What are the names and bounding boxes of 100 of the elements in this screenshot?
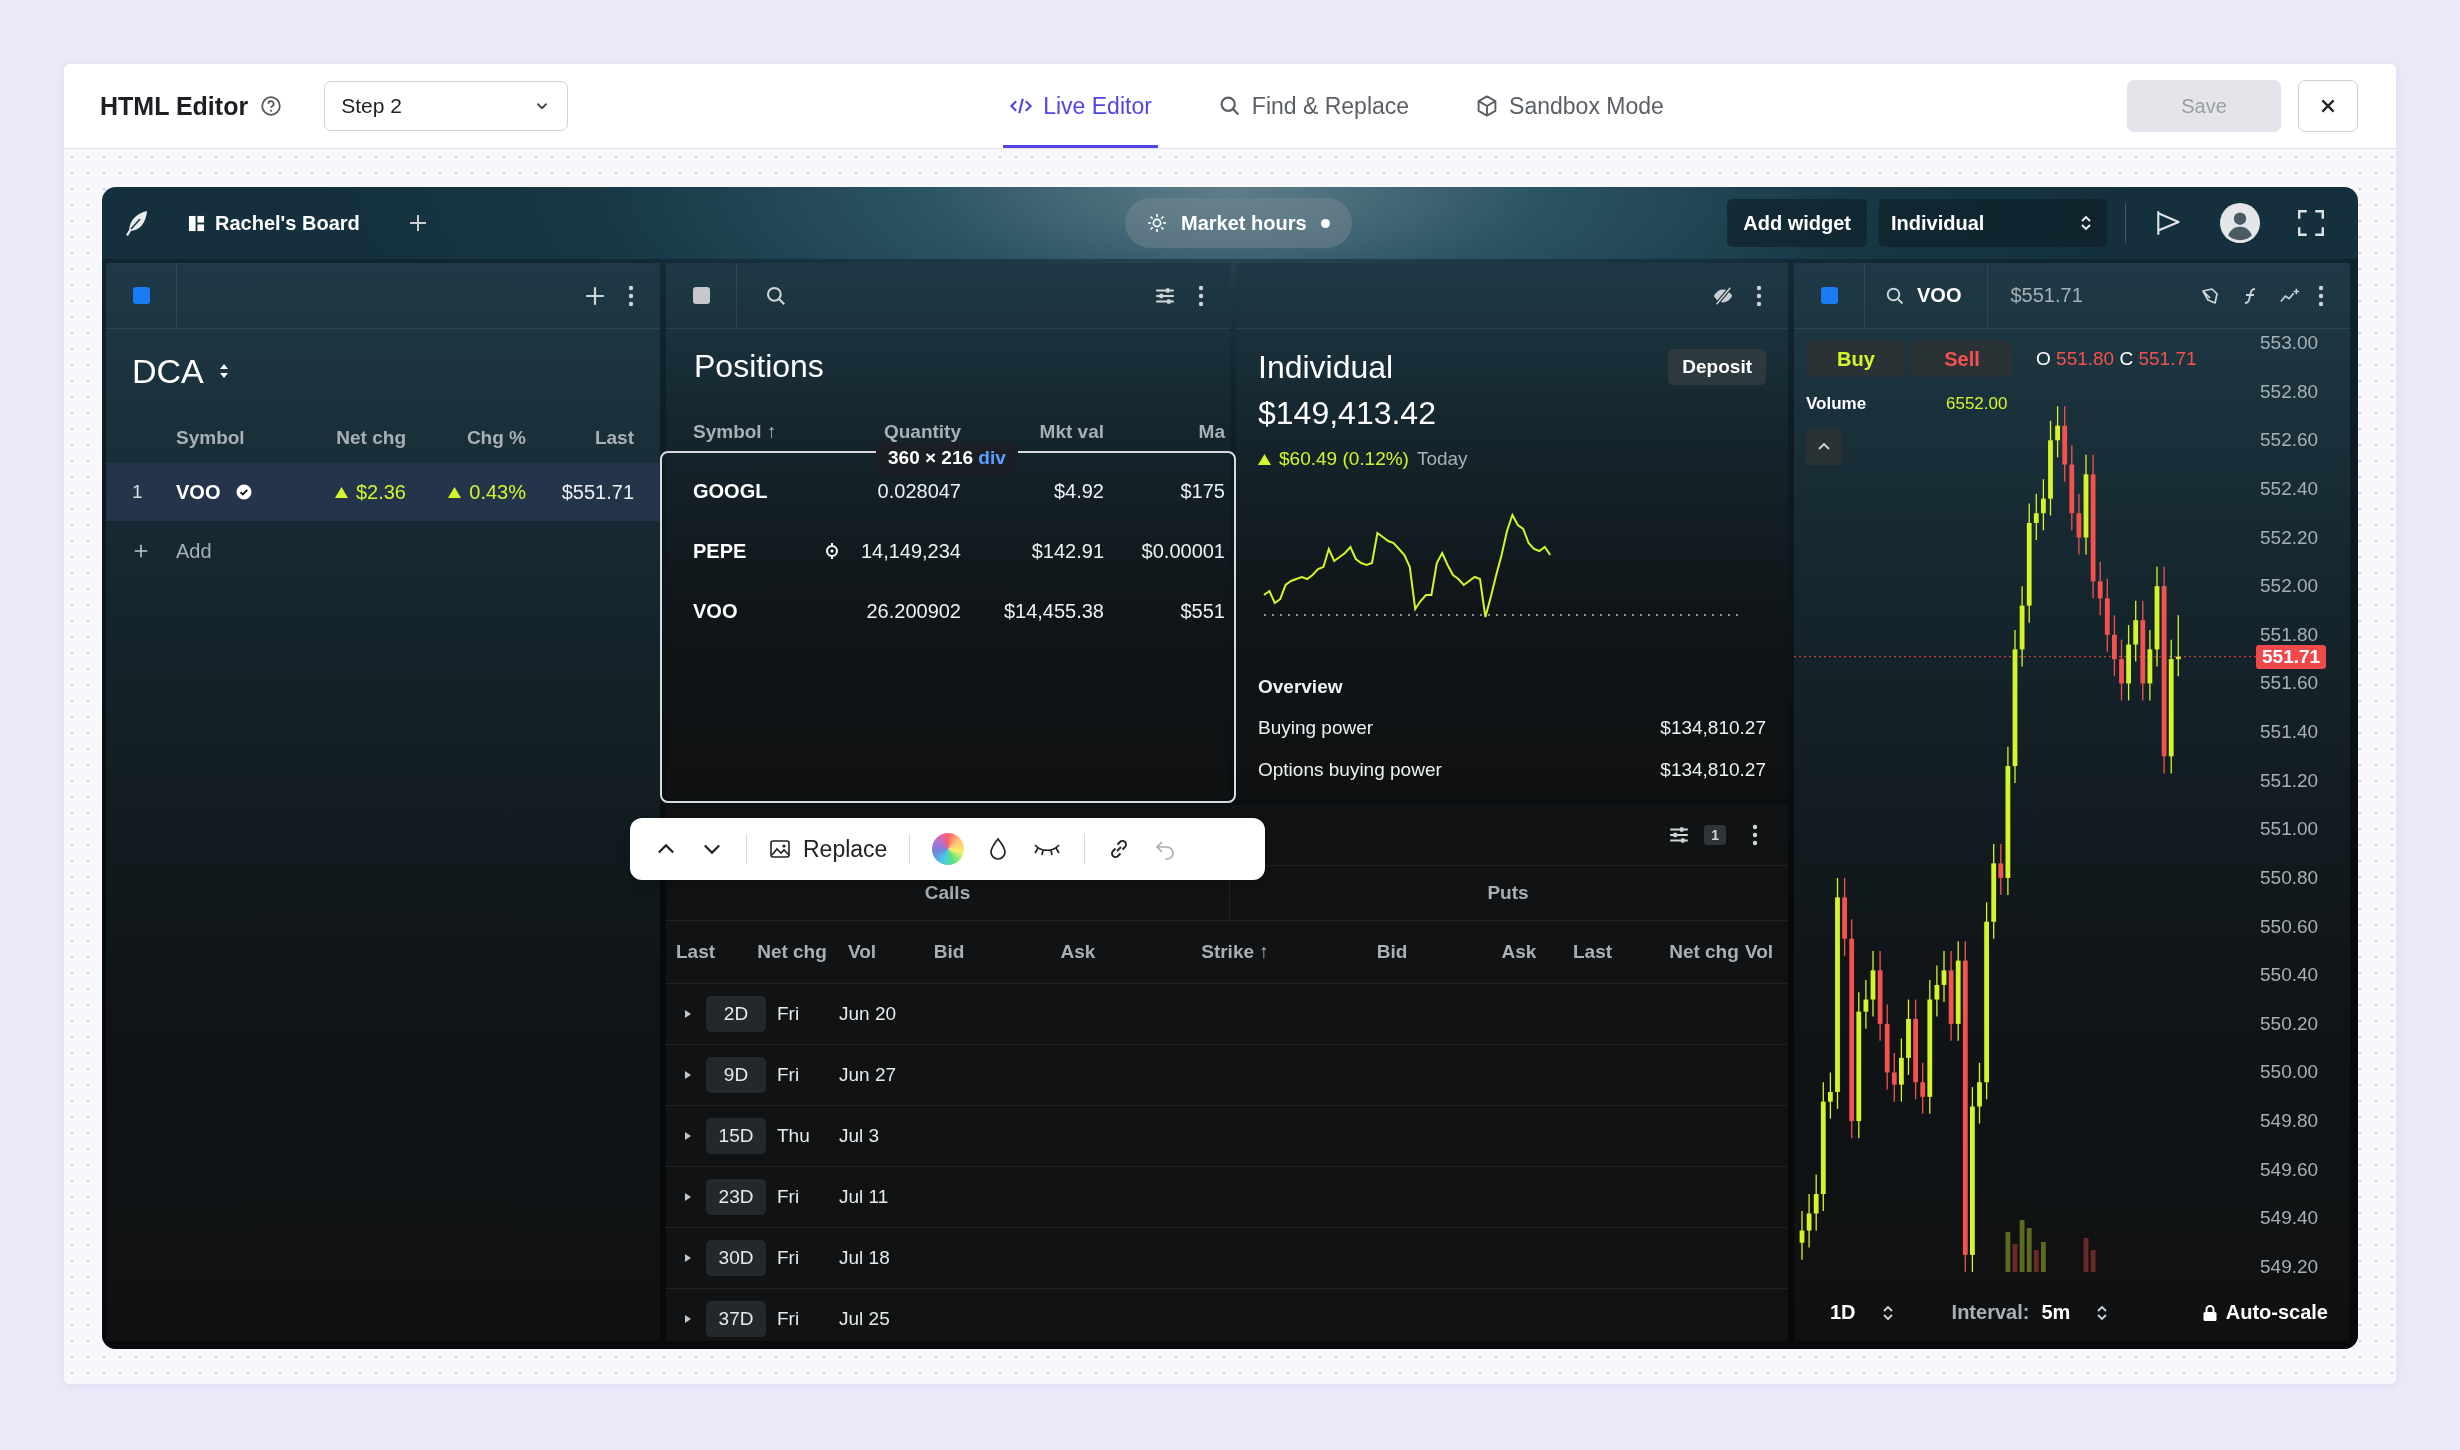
expiration-row[interactable]: 37D Fri Jul 25 [666,1289,1788,1341]
more-icon[interactable] [628,284,634,307]
add-symbol-button[interactable]: Add [106,521,292,581]
expiration-row[interactable]: 15D Thu Jul 3 [666,1106,1788,1167]
positions-title: Positions [693,346,825,386]
column-header[interactable]: Vol [831,941,893,963]
account-title: Individual [1258,348,1394,386]
sell-button[interactable]: Sell [1912,341,2012,377]
column-header[interactable]: Net chg [1663,941,1745,963]
lock-icon [2201,1303,2218,1322]
up-down-icon [1881,1303,1894,1322]
period-label: Today [1416,448,1468,470]
candle [2041,478,2046,531]
account-select[interactable]: Individual [1879,199,2107,247]
overview-title: Overview [1258,675,1344,699]
column-header[interactable]: Mkt val [1039,421,1104,443]
board-name[interactable]: Rachel's Board [215,211,360,235]
add-widget-button[interactable]: Add widget [1727,199,1867,247]
caret-icon[interactable] [684,1192,692,1202]
candle [1899,1037,1904,1103]
date-text: Jul 25 [839,1308,890,1330]
editor-tab[interactable]: Find & Replace [1211,64,1416,148]
help-icon[interactable] [260,95,283,117]
axis-label: 552.20 [2260,525,2319,550]
table-cell: 0.028047 [877,479,961,503]
fullscreen-icon[interactable] [2296,208,2326,238]
column-header[interactable]: Symbol ↑ [693,421,823,443]
sliders-icon[interactable] [1668,824,1691,846]
symbol-text[interactable]: PEPE [693,539,823,563]
percent-change: 0.43% [469,480,526,504]
color-wheel-icon[interactable] [932,833,965,865]
overview-value: $134,810.27 [1660,717,1766,739]
editor-tab[interactable]: Sandbox Mode [1469,64,1670,148]
axis-label: 549.80 [2260,1109,2319,1134]
axis-label: 549.20 [2260,1255,2319,1279]
column-header[interactable]: Symbol [176,427,306,449]
date-text: Jul 3 [839,1125,880,1147]
autoscale-button[interactable]: Auto-scale [2201,1301,2328,1324]
buy-button[interactable]: Buy [1806,341,1906,377]
more-icon[interactable] [1198,284,1204,307]
sun-icon [1147,213,1167,233]
expiration-row[interactable]: 30D Fri Jul 18 [666,1228,1788,1289]
column-header[interactable]: Bid [893,941,1005,963]
caret-icon[interactable] [684,1131,692,1141]
column-header[interactable]: Ask [1005,941,1151,963]
deposit-button[interactable]: Deposit [1668,349,1766,385]
overview-label: Options buying power [1258,759,1442,781]
widget-color-icon[interactable] [692,287,710,304]
watchlist-title[interactable]: DCA [132,351,204,391]
watchlist-row[interactable]: 1 VOO $2.36 0.43% $551.71 [106,463,660,521]
column-header[interactable]: Last [1573,941,1663,963]
search-icon[interactable] [765,284,787,307]
column-header[interactable]: Bid [1319,941,1465,963]
widget-color-icon[interactable] [1820,287,1838,304]
caret-icon[interactable] [684,1009,692,1019]
expiration-row[interactable]: 9D Fri Jun 27 [666,1045,1788,1106]
days-badge: 15D [706,1118,766,1154]
symbol-text[interactable]: GOOGL [693,479,823,503]
interval-select[interactable]: 5m [2041,1301,2109,1324]
plus-icon[interactable] [407,213,428,233]
weekday-text: Fri [777,1003,801,1025]
expiration-row[interactable]: 23D Fri Jul 11 [666,1167,1788,1228]
pen-icon[interactable] [2200,285,2220,306]
column-header[interactable]: Last [676,941,753,963]
column-header[interactable]: Net chg [336,427,406,449]
close-button[interactable] [2298,80,2358,132]
column-header[interactable]: Ma [1198,421,1225,443]
more-icon[interactable] [1756,284,1762,307]
more-icon[interactable] [1752,824,1758,846]
range-select[interactable]: 1D [1830,1301,1894,1324]
column-header[interactable]: Quantity [883,421,961,443]
collapse-button[interactable] [1806,429,1842,465]
market-hours-pill[interactable]: Market hours [1125,198,1352,248]
plus-icon[interactable] [584,284,606,307]
column-header[interactable]: Ask [1465,941,1573,963]
caret-icon[interactable] [684,1253,692,1263]
up-triangle-icon [448,486,462,498]
caret-icon[interactable] [684,1070,692,1080]
candle [2055,405,2060,458]
column-header[interactable]: Last [594,427,634,449]
eye-off-icon[interactable] [1712,284,1734,307]
column-header[interactable]: Chg % [466,427,526,449]
column-header[interactable]: Vol [1745,941,1788,963]
interval-label: Interval: [1951,1301,2030,1324]
weekday-text: Fri [777,1308,801,1330]
up-triangle-icon [334,486,348,498]
caret-icon[interactable] [684,1314,692,1324]
column-header[interactable]: Strike ↑ [1151,941,1319,963]
step-select[interactable]: Step 2 [324,81,569,131]
replace-button[interactable]: Replace [769,835,888,863]
table-cell: $142.91 [1031,539,1104,563]
more-icon[interactable] [2318,284,2324,307]
dot-icon [1320,218,1330,228]
expiration-row[interactable]: 2D Fri Jun 20 [666,984,1788,1045]
widget-color-icon[interactable] [132,287,150,304]
symbol-search-field[interactable]: VOO [1865,263,1989,328]
symbol-text[interactable]: VOO [693,599,823,623]
weekday-text: Fri [777,1064,801,1086]
avatar-icon[interactable] [2220,203,2260,243]
column-header[interactable]: Net chg [753,941,831,963]
